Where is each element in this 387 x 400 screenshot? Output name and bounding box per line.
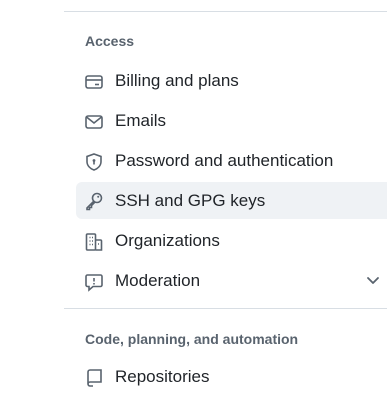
- sidebar-item-label: Moderation: [115, 271, 201, 290]
- credit-card-icon: [84, 72, 104, 92]
- sidebar-item-repositories[interactable]: Repositories: [76, 364, 387, 400]
- organization-icon: [84, 232, 104, 252]
- section-divider: [64, 308, 387, 309]
- repo-icon: [84, 368, 104, 388]
- sidebar-item-moderation[interactable]: Moderation: [76, 263, 387, 299]
- section-heading-access: Access: [85, 33, 135, 49]
- sidebar-item-password[interactable]: Password and authentication: [76, 143, 387, 179]
- sidebar-item-label: Repositories: [115, 367, 210, 386]
- sidebar-item-label: Billing and plans: [115, 71, 239, 90]
- section-heading-code-planning-automation: Code, planning, and automation: [85, 331, 299, 347]
- key-icon: [84, 191, 104, 211]
- chevron-down-icon[interactable]: [365, 272, 381, 288]
- sidebar-item-emails[interactable]: Emails: [76, 103, 387, 139]
- sidebar-item-ssh-gpg-keys[interactable]: SSH and GPG keys: [76, 182, 387, 219]
- shield-lock-icon: [84, 152, 104, 172]
- top-divider: [64, 11, 387, 12]
- sidebar-item-billing[interactable]: Billing and plans: [76, 63, 387, 99]
- sidebar-item-label: Organizations: [115, 231, 220, 250]
- sidebar-item-label: Password and authentication: [115, 151, 334, 170]
- mail-icon: [84, 112, 104, 132]
- sidebar-item-organizations[interactable]: Organizations: [76, 223, 387, 259]
- sidebar-item-label: Emails: [115, 111, 167, 130]
- report-icon: [84, 272, 104, 292]
- sidebar-item-label: SSH and GPG keys: [115, 190, 266, 210]
